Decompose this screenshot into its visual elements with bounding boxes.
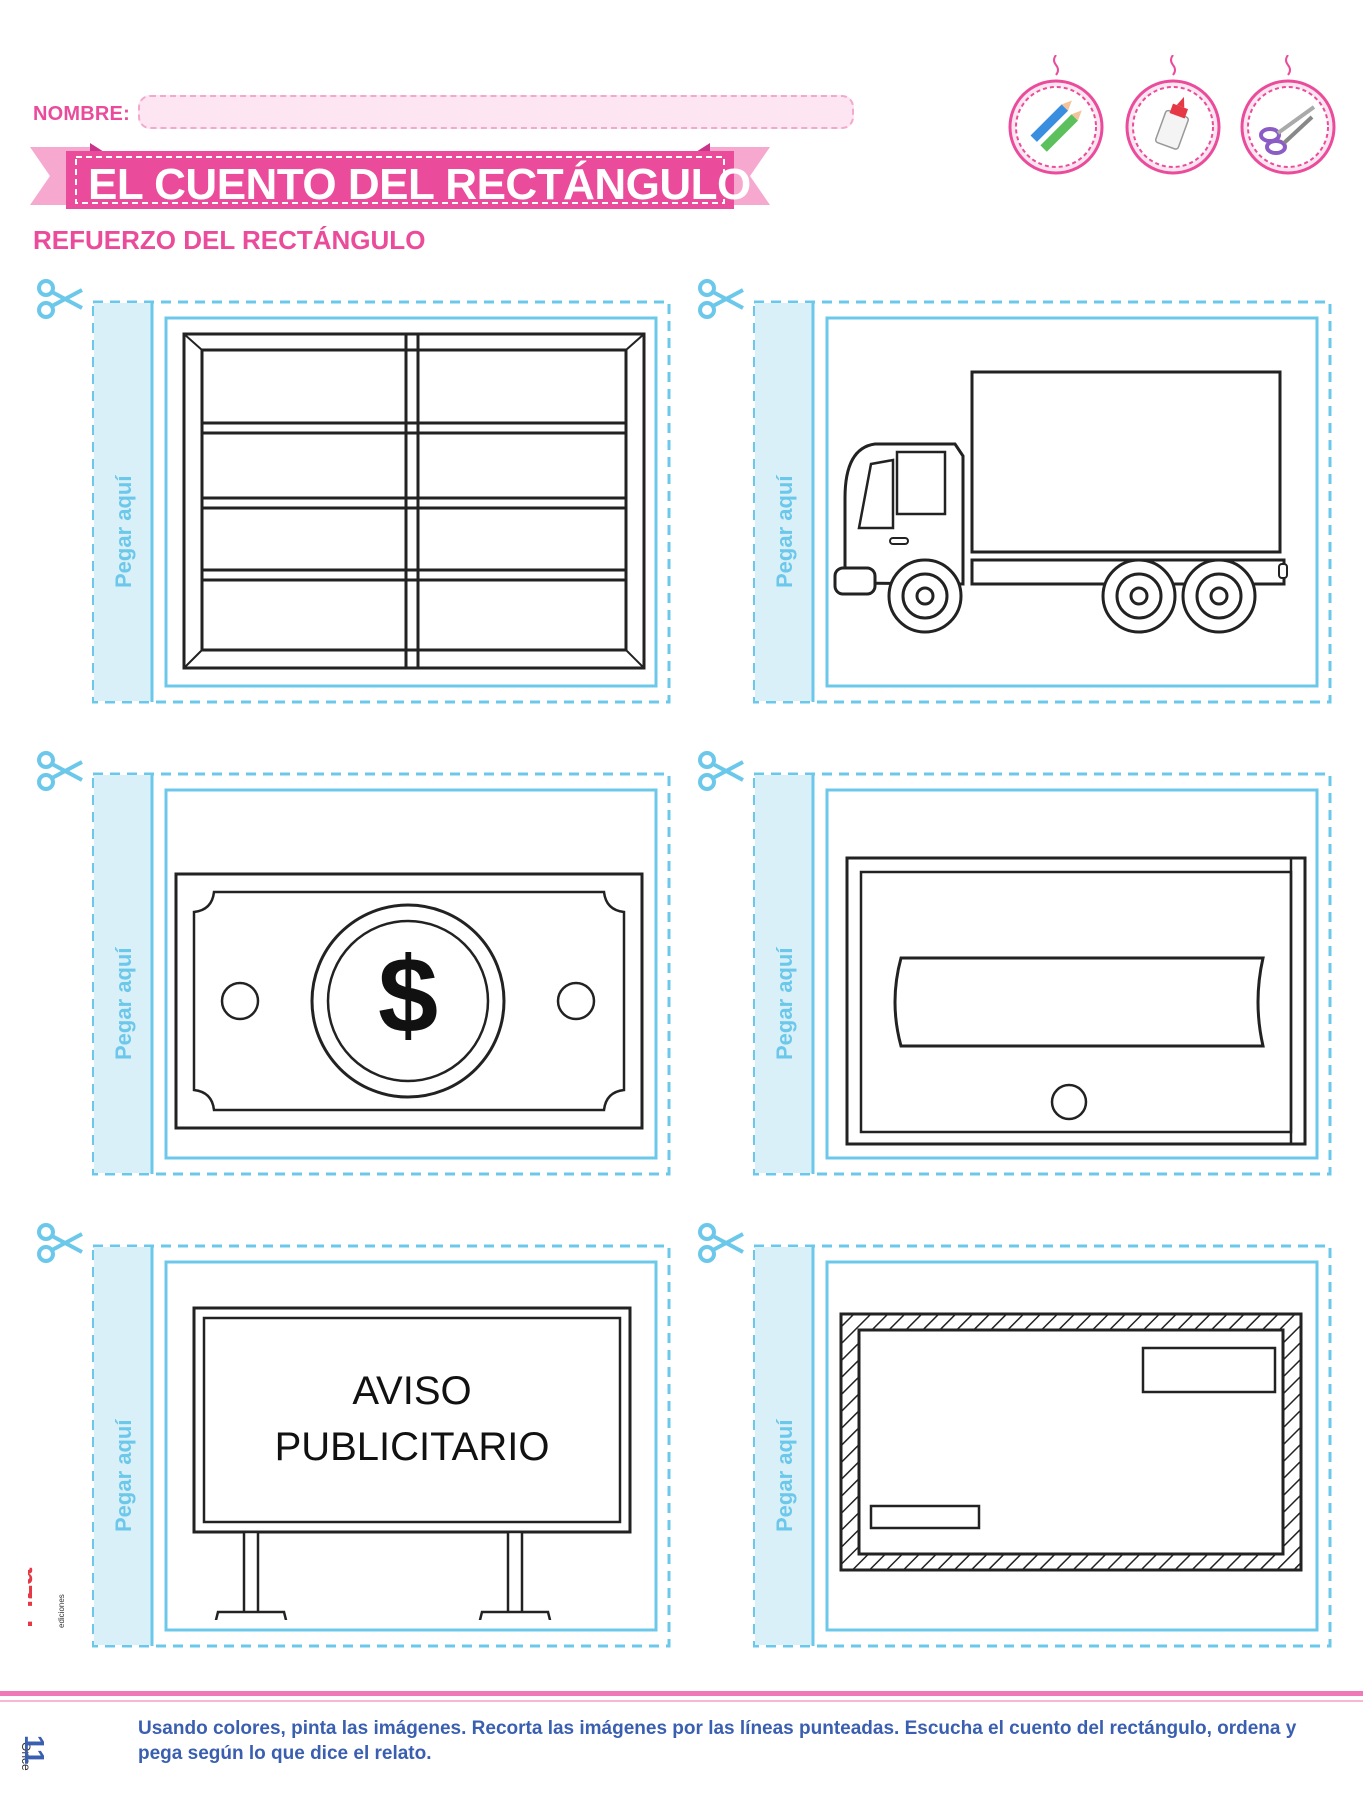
- scissors-icon: [698, 279, 744, 319]
- name-label: NOMBRE:: [33, 103, 130, 125]
- name-input[interactable]: [138, 95, 854, 129]
- dollar-bill-icon: $: [174, 872, 644, 1130]
- truck-icon: [833, 370, 1288, 634]
- mailbox-icon: [845, 856, 1307, 1146]
- scissors-icon: [698, 1223, 744, 1263]
- svg-text:$: $: [378, 934, 438, 1055]
- page-subtitle: REFUERZO DEL RECTÁNGULO: [33, 225, 426, 255]
- billboard-line-2: PUBLICITARIO: [275, 1425, 550, 1469]
- svg-text:Piza: Piza: [28, 1568, 39, 1628]
- cutout-card-mailbox[interactable]: Pegar aquí: [698, 751, 1333, 1177]
- scissors-icon: [37, 751, 83, 791]
- cutout-card-window[interactable]: Pegar aquí: [37, 279, 672, 705]
- cutout-card-truck[interactable]: Pegar aquí: [698, 279, 1333, 705]
- scissors-icon: [698, 751, 744, 791]
- footer-rule-thin: [0, 1700, 1363, 1702]
- glue-here-label: Pegar aquí: [111, 947, 136, 1060]
- scissors-icon: [1240, 55, 1336, 175]
- svg-text:ediciones: ediciones: [57, 1594, 66, 1628]
- cutout-card-dollar[interactable]: Pegar aquí $: [37, 751, 672, 1177]
- billboard-line-1: AVISO: [352, 1369, 471, 1413]
- glue-here-label: Pegar aquí: [772, 947, 797, 1060]
- cutout-card-envelope[interactable]: Pegar aquí: [698, 1223, 1333, 1649]
- glue-here-label: Pegar aquí: [772, 1419, 797, 1532]
- scissors-icon: [37, 279, 83, 319]
- footer-rule: [0, 1691, 1363, 1696]
- window-icon: [182, 332, 646, 670]
- scissors-icon: [37, 1223, 83, 1263]
- instructions: Usando colores, pinta las imágenes. Reco…: [138, 1718, 1297, 1764]
- billboard-icon: AVISO PUBLICITARIO: [192, 1306, 632, 1620]
- cutout-card-billboard[interactable]: Pegar aquí AVISO PUBLICITARIO: [37, 1223, 672, 1649]
- page-title: EL CUENTO DEL RECTÁNGULO: [88, 160, 751, 209]
- brand-logo: Piza ediciones: [28, 1568, 66, 1628]
- envelope-icon: [839, 1312, 1303, 1572]
- glue-here-label: Pegar aquí: [111, 1419, 136, 1532]
- page-number: 11: [19, 1735, 50, 1765]
- glue-here-label: Pegar aquí: [111, 475, 136, 588]
- glue-here-label: Pegar aquí: [772, 475, 797, 588]
- glue-icon: [1125, 55, 1221, 175]
- crayons-icon: [1008, 55, 1104, 175]
